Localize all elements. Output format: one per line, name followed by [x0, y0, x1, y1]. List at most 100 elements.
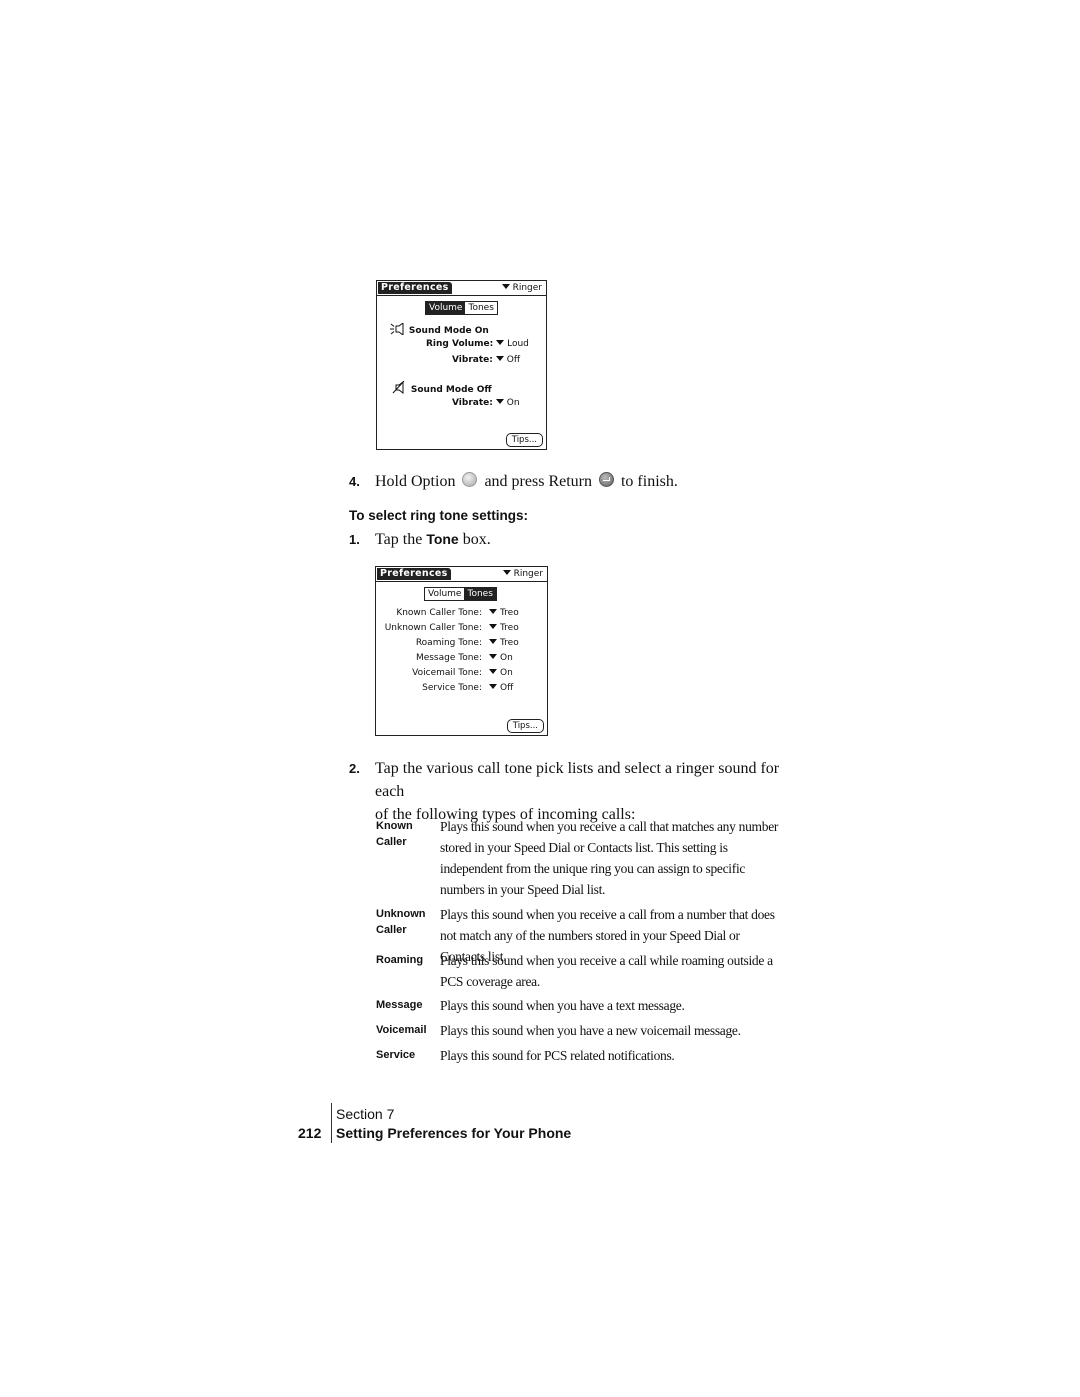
- tab-selector: Volume Tones: [424, 587, 497, 601]
- tone-value: Off: [500, 683, 514, 693]
- vibrate-on-row: Vibrate: Off: [452, 355, 520, 366]
- ring-volume-value: Loud: [507, 339, 529, 349]
- definition-term: Known Caller: [376, 818, 436, 850]
- title-bar: Preferences Ringer: [376, 567, 547, 582]
- dropdown-arrow-icon: [489, 684, 497, 689]
- definition-description: Plays this sound when you have a text me…: [440, 998, 685, 1013]
- tone-value: On: [500, 668, 513, 678]
- dropdown-arrow-icon: [495, 399, 504, 404]
- footer-section: Section 7: [336, 1106, 395, 1122]
- vibrate-value: On: [506, 398, 520, 408]
- definition-description: Plays this sound when you receive a call…: [440, 819, 779, 897]
- sound-mode-on-row[interactable]: Sound Mode On: [390, 322, 489, 337]
- sound-mode-off-row[interactable]: Sound Mode Off: [392, 380, 492, 396]
- step-2: 2. Tap the various call tone pick lists …: [349, 757, 789, 823]
- vibrate-label: Vibrate:: [452, 398, 493, 408]
- term-line: Voicemail: [376, 1024, 427, 1036]
- tone-value: On: [500, 653, 513, 663]
- step-text-part: Tap the: [375, 531, 423, 548]
- app-title: Preferences: [378, 282, 452, 294]
- dropdown-arrow-icon: [501, 284, 510, 289]
- term-line: Roaming: [376, 954, 424, 966]
- ring-volume-row: Ring Volume: Loud: [426, 339, 529, 350]
- tab-selector: Volume Tones: [425, 301, 498, 315]
- tone-label: Unknown Caller Tone:: [384, 623, 482, 633]
- category-picker[interactable]: Ringer: [501, 282, 542, 294]
- tab-volume[interactable]: Volume: [426, 302, 466, 314]
- footer-divider: [331, 1103, 332, 1143]
- step-text-part: Hold Option: [375, 473, 456, 490]
- definition-term: Unknown Caller: [376, 906, 436, 938]
- app-title: Preferences: [377, 568, 451, 580]
- category-label: Ringer: [512, 283, 542, 293]
- ring-volume-label: Ring Volume:: [426, 339, 494, 349]
- definition-term: Message: [376, 997, 436, 1013]
- step-text-part: box.: [462, 531, 491, 548]
- step-text-part: and press Return: [484, 473, 592, 490]
- step-1: 1. Tap the Tone box.: [349, 528, 749, 552]
- vibrate-picker[interactable]: On: [495, 398, 520, 408]
- ring-volume-picker[interactable]: Loud: [496, 339, 529, 349]
- preferences-screenshot-tones: Preferences Ringer Volume Tones Known Ca…: [375, 566, 548, 736]
- speaker-off-icon: [392, 380, 405, 394]
- page-number: 212: [298, 1125, 322, 1141]
- category-picker[interactable]: Ringer: [502, 568, 543, 580]
- tone-picker[interactable]: Treo: [489, 638, 519, 649]
- term-line: Message: [376, 999, 423, 1011]
- term-line: Unknown: [376, 908, 426, 920]
- dropdown-arrow-icon: [495, 356, 504, 361]
- tone-label: Service Tone:: [422, 683, 482, 693]
- step-number: 1.: [349, 532, 360, 547]
- tab-tones[interactable]: Tones: [464, 588, 496, 600]
- sound-mode-off-label: Sound Mode Off: [410, 385, 492, 395]
- tone-picker[interactable]: Off: [489, 683, 513, 694]
- dropdown-arrow-icon: [489, 609, 497, 614]
- tone-value: Treo: [500, 623, 519, 633]
- step-text: Tap the Tone box.: [375, 528, 491, 551]
- preferences-screenshot-volume: Preferences Ringer Volume Tones Sound Mo…: [376, 280, 547, 450]
- tone-label: Known Caller Tone:: [396, 608, 482, 618]
- tips-button[interactable]: Tips...: [506, 719, 544, 733]
- tone-value: Treo: [500, 608, 519, 618]
- tab-tones[interactable]: Tones: [465, 302, 496, 314]
- definition-term: Service: [376, 1047, 436, 1063]
- tone-picker[interactable]: On: [489, 668, 513, 679]
- definition-term: Voicemail: [376, 1022, 436, 1038]
- section-heading: To select ring tone settings:: [349, 508, 529, 523]
- definition-term: Roaming: [376, 952, 436, 968]
- step-text-part: to finish.: [620, 473, 678, 490]
- step-text-bold: Tone: [426, 531, 459, 547]
- step-number: 4.: [349, 474, 360, 489]
- dropdown-arrow-icon: [489, 624, 497, 629]
- step-text: Hold Option and press Return to finish.: [375, 470, 678, 493]
- dropdown-arrow-icon: [489, 654, 497, 659]
- term-line: Service: [376, 1049, 416, 1061]
- definition-description: Plays this sound when you receive a call…: [440, 953, 773, 989]
- vibrate-picker[interactable]: Off: [495, 355, 521, 365]
- tone-picker[interactable]: Treo: [489, 608, 519, 619]
- tips-button[interactable]: Tips...: [505, 433, 543, 447]
- dropdown-arrow-icon: [489, 639, 497, 644]
- tone-label: Message Tone:: [415, 653, 482, 663]
- tone-value: Treo: [500, 638, 519, 648]
- dropdown-arrow-icon: [502, 570, 511, 575]
- tone-picker[interactable]: On: [489, 653, 513, 664]
- term-line: Caller: [376, 924, 407, 936]
- tone-label: Voicemail Tone:: [412, 668, 482, 678]
- speaker-on-icon: [390, 322, 404, 336]
- tone-picker[interactable]: Treo: [489, 623, 519, 634]
- step-number: 2.: [349, 761, 360, 776]
- title-bar: Preferences Ringer: [377, 281, 546, 296]
- term-line: Caller: [376, 836, 407, 848]
- tone-label: Roaming Tone:: [415, 638, 482, 648]
- tab-volume[interactable]: Volume: [425, 588, 464, 600]
- dropdown-arrow-icon: [489, 669, 497, 674]
- step-text-line: Tap the various call tone pick lists and…: [375, 760, 780, 800]
- vibrate-label: Vibrate:: [452, 355, 493, 365]
- sound-mode-on-label: Sound Mode On: [408, 326, 489, 336]
- step-4: 4. Hold Option and press Return to finis…: [349, 470, 749, 494]
- return-key-icon: [598, 472, 614, 487]
- vibrate-value: Off: [506, 355, 521, 365]
- vibrate-off-row: Vibrate: On: [452, 398, 520, 409]
- definition-description: Plays this sound for PCS related notific…: [440, 1048, 675, 1063]
